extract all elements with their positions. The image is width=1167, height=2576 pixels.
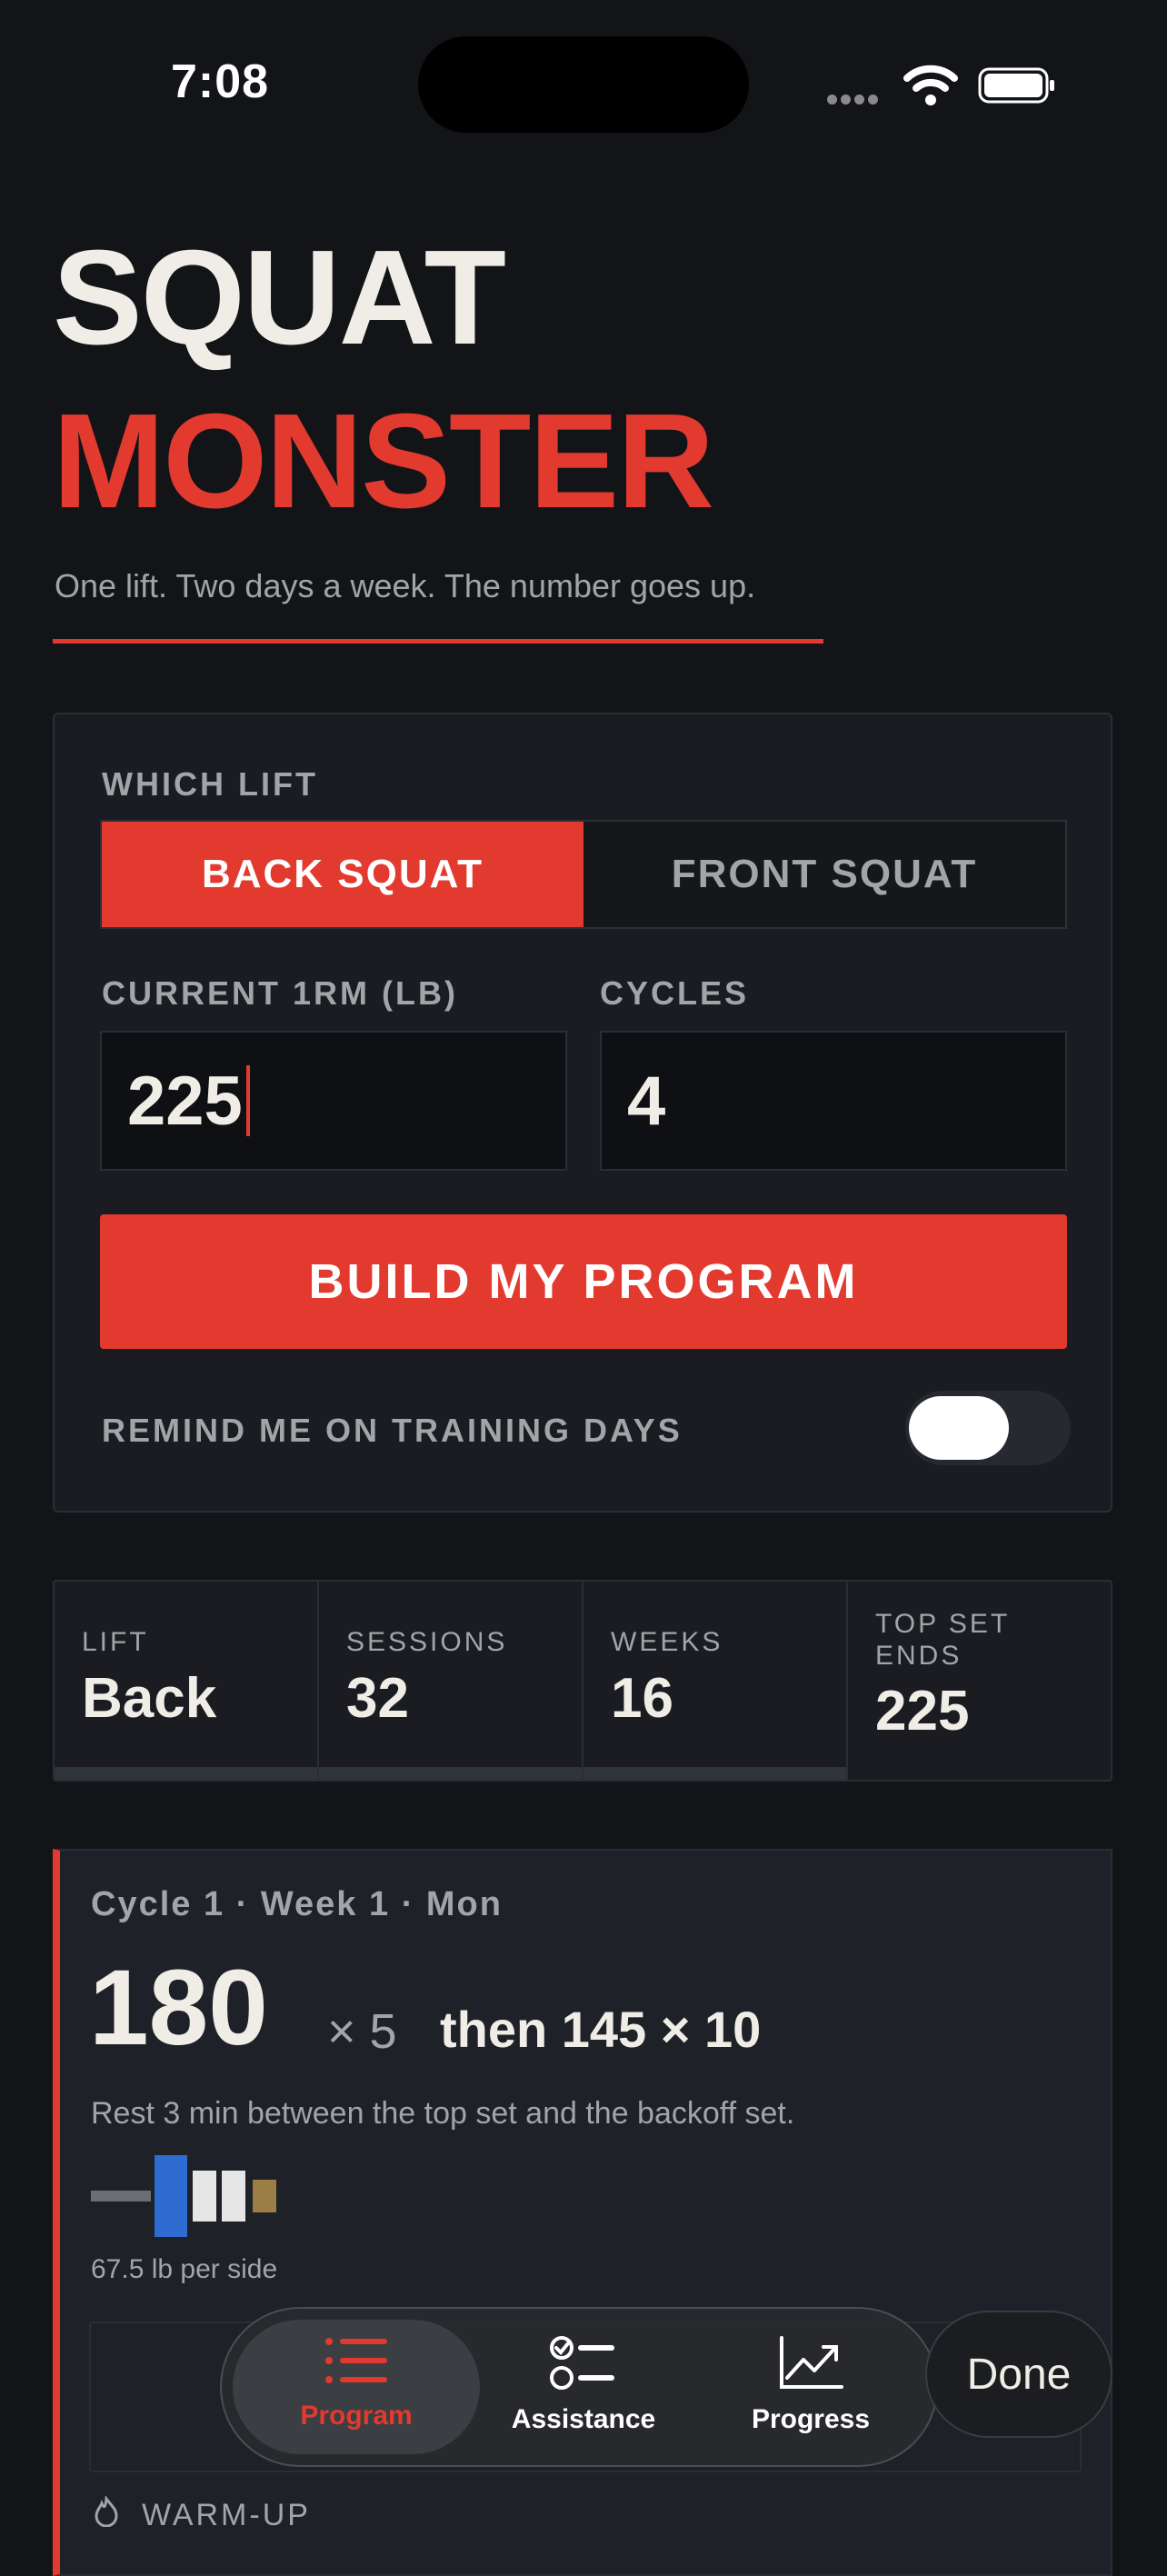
stat-top-set: TOP SET ENDS 225 xyxy=(848,1582,1111,1780)
front-squat-option[interactable]: FRONT SQUAT xyxy=(584,822,1065,927)
backoff-set: then 145 × 10 xyxy=(440,2001,762,2058)
one-rm-input[interactable]: 225 xyxy=(100,1031,567,1171)
tab-label: Progress xyxy=(751,2404,871,2434)
top-set-reps: × 5 xyxy=(327,2004,397,2059)
reminder-label: REMIND ME ON TRAINING DAYS xyxy=(102,1412,683,1449)
title-underline xyxy=(53,639,823,644)
stat-lift: LIFT Back xyxy=(55,1582,319,1780)
stat-value: 225 xyxy=(875,1680,970,1742)
stat-value: 32 xyxy=(346,1666,409,1730)
stat-value: 16 xyxy=(611,1666,673,1730)
stat-weeks: WEEKS 16 xyxy=(584,1582,848,1780)
app-title-line2: MONSTER xyxy=(53,386,714,536)
stat-progress-bar xyxy=(584,1767,846,1780)
app-title-line1: SQUAT xyxy=(53,223,506,373)
lift-segmented-control: BACK SQUAT FRONT SQUAT xyxy=(100,820,1067,929)
stat-progress-bar xyxy=(55,1767,317,1780)
signal-icon xyxy=(827,93,887,105)
stat-progress-bar xyxy=(319,1767,582,1780)
checklist-icon xyxy=(550,2336,614,2390)
one-rm-label: CURRENT 1RM (LB) xyxy=(102,974,458,1012)
dynamic-island xyxy=(418,36,749,133)
tab-program[interactable]: Program xyxy=(238,2334,474,2431)
plate-diagram-icon xyxy=(91,2155,276,2237)
stat-label: WEEKS xyxy=(611,1627,723,1657)
tab-label: Assistance xyxy=(511,2404,656,2434)
status-time: 7:08 xyxy=(171,55,270,108)
cycles-input[interactable]: 4 xyxy=(600,1031,1067,1171)
done-button[interactable]: Done xyxy=(925,2311,1112,2438)
tab-progress[interactable]: Progress xyxy=(693,2334,929,2435)
one-rm-value: 225 xyxy=(127,1062,243,1140)
flame-icon xyxy=(95,2496,118,2527)
cycles-value: 4 xyxy=(627,1062,666,1140)
wifi-icon xyxy=(903,65,958,105)
stat-label: LIFT xyxy=(82,1627,149,1657)
back-squat-option[interactable]: BACK SQUAT xyxy=(102,822,584,927)
tab-assistance[interactable]: Assistance xyxy=(465,2334,702,2435)
toggle-knob xyxy=(909,1396,1009,1460)
lift-label: WHICH LIFT xyxy=(102,765,318,803)
warmup-label: WARM-UP xyxy=(142,2498,311,2532)
rest-note: Rest 3 min between the top set and the b… xyxy=(91,2096,795,2131)
stat-label: TOP SET ENDS xyxy=(875,1609,1010,1671)
build-program-button[interactable]: BUILD MY PROGRAM xyxy=(100,1214,1067,1349)
text-caret xyxy=(245,1065,250,1136)
stat-value: Back xyxy=(82,1666,217,1730)
battery-icon xyxy=(978,67,1054,104)
session-header: Cycle 1 · Week 1 · Mon xyxy=(91,1885,503,1923)
chart-icon xyxy=(780,2336,843,2389)
tab-label: Program xyxy=(300,2401,413,2431)
list-icon xyxy=(325,2338,387,2383)
stat-label: SESSIONS xyxy=(346,1627,508,1657)
top-set-weight: 180 xyxy=(89,1948,268,2068)
tagline: One lift. Two days a week. The number go… xyxy=(55,567,756,604)
program-stats: LIFT Back SESSIONS 32 WEEKS 16 TOP SET E… xyxy=(53,1580,1112,1782)
cycles-label: CYCLES xyxy=(600,974,750,1012)
stat-sessions: SESSIONS 32 xyxy=(319,1582,584,1780)
per-side-weight: 67.5 lb per side xyxy=(91,2254,278,2284)
